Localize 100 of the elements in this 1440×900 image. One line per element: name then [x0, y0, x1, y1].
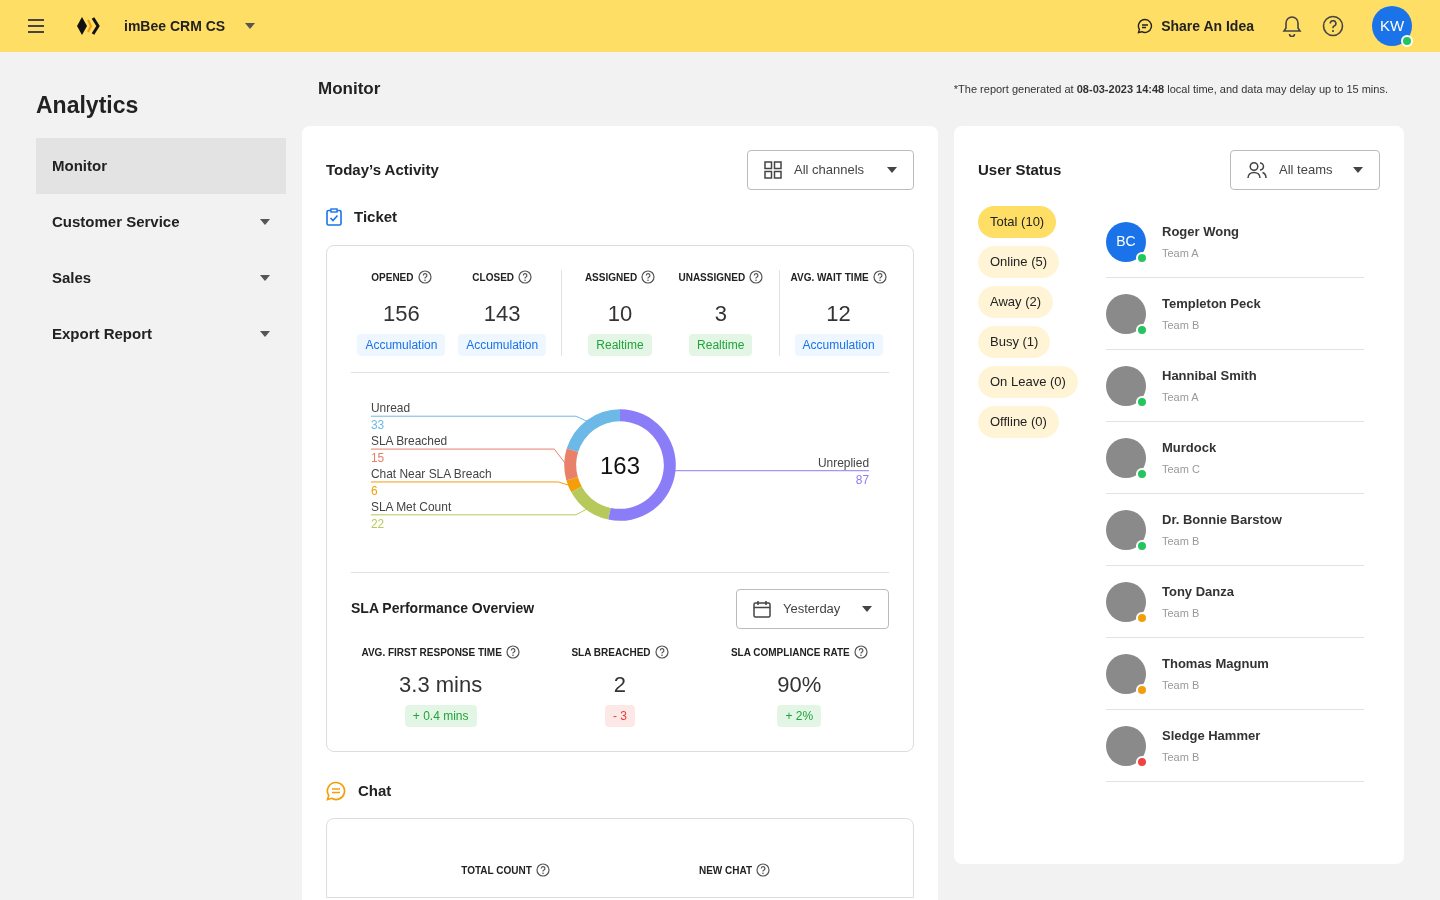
section-title: Chat: [358, 780, 392, 801]
stat-value: 143: [483, 299, 521, 328]
chart-value: 87: [855, 472, 870, 487]
user-team: Team A: [1162, 246, 1200, 261]
channel-dropdown[interactable]: All channels: [747, 150, 914, 190]
stat-value: 3: [714, 299, 727, 328]
caret-icon: [245, 23, 256, 29]
page-title: Monitor: [318, 78, 381, 101]
chart-label: SLA Breached: [370, 434, 448, 449]
user-name: Thomas Magnum: [1162, 654, 1269, 673]
user-name: Tony Danza: [1162, 582, 1234, 601]
user-team: Team C: [1162, 462, 1201, 477]
chat-bubble-icon: [1137, 18, 1154, 34]
caret-icon: [862, 605, 872, 612]
help-icon[interactable]: [756, 863, 771, 877]
sidebar-item[interactable]: Export Report: [36, 306, 286, 362]
chart-value: 33: [370, 418, 385, 433]
help-icon[interactable]: [853, 645, 868, 659]
stat-label: ASSIGNED: [584, 270, 638, 285]
stat-label: AVG. WAIT TIME: [790, 270, 869, 285]
stat-value: 10: [607, 299, 633, 328]
help-icon[interactable]: [872, 270, 887, 284]
status-filter[interactable]: Busy (1): [978, 326, 1051, 358]
user-team: Team B: [1162, 750, 1201, 765]
team-dropdown[interactable]: All teams: [1230, 150, 1380, 190]
stat-label: OPENED: [371, 270, 414, 285]
report-note: *The report generated at 08-03-2023 14:48 local time, and data may delay up to 15 mins.: [953, 81, 1388, 97]
metric-value: 90%: [777, 670, 822, 699]
metric-label: AVG. FIRST RESPONSE TIME: [361, 645, 502, 660]
change-tag: + 2%: [777, 704, 822, 727]
users-icon: [1247, 161, 1267, 179]
stat-value: 156: [383, 299, 420, 328]
status-filter[interactable]: Online (5): [978, 246, 1060, 278]
chart-value: 6: [370, 483, 378, 498]
chat-bubble-icon: [326, 780, 346, 801]
stat-label: TOTAL COUNT: [461, 863, 532, 878]
stat-tag: Accumulation: [794, 333, 883, 356]
metric-value: 2: [613, 670, 627, 699]
status-filter[interactable]: Away (2): [978, 286, 1054, 318]
help-icon[interactable]: [1322, 15, 1344, 37]
metric-label: SLA COMPLIANCE RATE: [730, 645, 850, 660]
help-icon[interactable]: [518, 270, 533, 284]
help-icon[interactable]: [417, 270, 432, 284]
grid-icon: [764, 161, 782, 179]
status-filter[interactable]: Offline (0): [978, 406, 1059, 438]
donut-total: 163: [600, 452, 640, 479]
logo-icon: [76, 17, 100, 35]
user-name: Murdock: [1162, 438, 1217, 457]
stat-value: 12: [826, 299, 851, 328]
help-icon[interactable]: [505, 645, 520, 659]
help-icon[interactable]: [535, 863, 550, 877]
chart-label: Unread: [370, 401, 411, 416]
user-team: Team B: [1162, 606, 1201, 621]
stat-tag: Realtime: [689, 333, 753, 356]
workspace-dropdown[interactable]: imBee CRM CS: [124, 15, 256, 37]
chart-value: 22: [370, 516, 385, 531]
caret-icon: [260, 275, 270, 281]
stat-tag: Accumulation: [458, 333, 547, 356]
user-name: Roger Wong: [1162, 222, 1240, 241]
caret-icon: [260, 219, 270, 225]
user-avatar: BC: [1106, 221, 1146, 262]
section-title: Ticket: [354, 207, 398, 227]
user-name: Sledge Hammer: [1162, 726, 1261, 745]
stat-label: NEW CHAT: [698, 863, 753, 878]
stat-label: CLOSED: [472, 270, 515, 285]
user-name: Templeton Peck: [1162, 294, 1261, 313]
sidebar-item[interactable]: Sales: [36, 250, 286, 306]
stat-tag: Realtime: [588, 333, 652, 356]
caret-icon: [260, 331, 270, 337]
sidebar-title: Analytics: [36, 91, 140, 118]
period-dropdown[interactable]: Yesterday: [736, 588, 889, 629]
status-filter[interactable]: Total (10): [978, 206, 1057, 238]
help-icon[interactable]: [749, 270, 764, 284]
change-tag: + 0.4 mins: [404, 704, 477, 727]
user-team: Team B: [1162, 678, 1201, 693]
chart-value: 15: [370, 451, 385, 466]
user-team: Team B: [1162, 318, 1201, 333]
user-team: Team A: [1162, 390, 1200, 405]
chart-label: SLA Met Count: [370, 499, 452, 514]
section-title: Today’s Activity: [326, 159, 439, 180]
user-name: Hannibal Smith: [1162, 366, 1257, 385]
notification-bell-icon[interactable]: [1282, 15, 1302, 37]
change-tag: - 3: [605, 704, 635, 727]
section-title: User Status: [978, 159, 1062, 180]
stat-label: UNASSIGNED: [678, 270, 746, 285]
metric-value: 3.3 mins: [399, 670, 483, 699]
user-name: Dr. Bonnie Barstow: [1162, 510, 1282, 529]
sidebar-item[interactable]: Monitor: [36, 138, 286, 194]
chart-label: Chat Near SLA Breach: [370, 467, 492, 481]
calendar-icon: [753, 599, 771, 618]
status-filter[interactable]: On Leave (0): [978, 366, 1078, 398]
chart-label: Unreplied: [817, 456, 870, 470]
menu-icon[interactable]: [28, 19, 44, 33]
help-icon[interactable]: [641, 270, 656, 284]
stat-tag: Accumulation: [357, 333, 446, 356]
share-idea-button[interactable]: Share An Idea: [1137, 15, 1254, 37]
user-avatar[interactable]: KW: [1372, 6, 1412, 46]
metric-label: SLA BREACHED: [571, 645, 651, 660]
help-icon[interactable]: [654, 645, 669, 659]
sidebar-item[interactable]: Customer Service: [36, 194, 286, 250]
